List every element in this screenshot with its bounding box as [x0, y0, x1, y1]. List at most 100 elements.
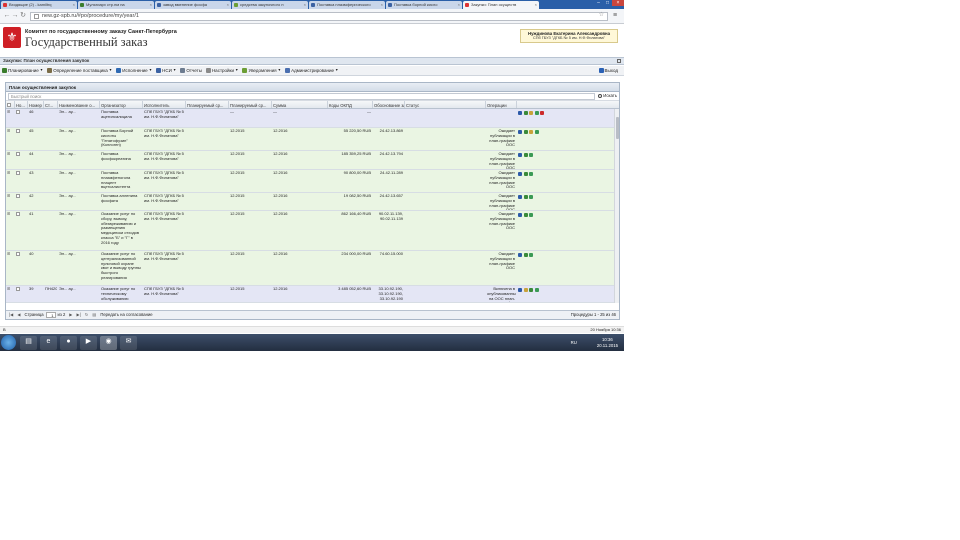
- export-icon[interactable]: ▤: [92, 312, 96, 317]
- table-row[interactable]: ⊞ 43 Эл... ау... Поставка плазмфеногола пла…: [6, 170, 619, 193]
- column-header[interactable]: Наименование о...: [58, 101, 100, 108]
- close-icon[interactable]: ×: [534, 2, 537, 8]
- firefox-icon[interactable]: ●: [60, 335, 77, 350]
- browser-tab[interactable]: Входящие (2) - kamiltrq ×: [1, 1, 77, 9]
- chrome-icon[interactable]: ◉: [100, 335, 117, 350]
- media-player-icon[interactable]: ▶: [80, 335, 97, 350]
- copy-icon[interactable]: [529, 172, 533, 176]
- scrollbar-thumb[interactable]: [616, 117, 619, 139]
- table-row[interactable]: ⊞ 41 Эл... ау... Оказание услуг по сбору, в…: [6, 211, 619, 251]
- approve-icon[interactable]: [523, 153, 528, 157]
- approve-icon[interactable]: [523, 195, 528, 199]
- row-expander[interactable]: ⊞: [6, 151, 15, 169]
- next-page-icon[interactable]: ▶: [69, 312, 72, 317]
- close-icon[interactable]: ×: [72, 2, 75, 8]
- address-bar[interactable]: new.gz-spb.ru/#po/procedure/my/year/1 ☆: [30, 11, 608, 21]
- menu-item-settings[interactable]: Настройки ▼: [205, 68, 238, 73]
- column-header[interactable]: Исполнитель: [143, 101, 186, 108]
- column-header[interactable]: Номер ПГ: [28, 101, 44, 108]
- copy-icon[interactable]: [529, 213, 533, 217]
- history-icon[interactable]: [534, 130, 539, 134]
- menu-item-nsi[interactable]: НСИ ▼: [156, 68, 176, 73]
- column-header[interactable]: Планируемый ср...: [229, 101, 272, 108]
- edit-icon[interactable]: [518, 195, 522, 199]
- approve-icon[interactable]: [523, 111, 528, 115]
- column-header[interactable]: Операции: [486, 101, 517, 108]
- refresh-icon[interactable]: ↻: [85, 312, 89, 317]
- browser-tab[interactable]: Поставка плазмферического ×: [309, 1, 385, 9]
- menu-item-admin[interactable]: Администрирование ▼: [285, 68, 338, 73]
- browser-tab[interactable]: завод вменение фосфа ×: [155, 1, 231, 9]
- table-row[interactable]: ⊞ 42 Эл... ау... Поставка алленина фосфата С…: [6, 193, 619, 211]
- close-icon[interactable]: ×: [380, 2, 383, 8]
- close-icon[interactable]: ×: [226, 2, 229, 8]
- explorer-icon[interactable]: ▤: [20, 335, 37, 350]
- approve-icon[interactable]: [523, 288, 528, 292]
- row-expander[interactable]: ⊞: [6, 286, 15, 302]
- menu-item-reports[interactable]: Отчеты: [180, 68, 202, 73]
- collapse-icon[interactable]: [617, 59, 621, 63]
- first-page-icon[interactable]: |◀: [9, 312, 13, 317]
- copy-icon[interactable]: [529, 253, 533, 257]
- row-checkbox[interactable]: [15, 211, 28, 250]
- vertical-scrollbar[interactable]: [614, 109, 619, 303]
- menu-item-notifications[interactable]: Уведомления ▼: [242, 68, 281, 73]
- table-row[interactable]: ⊞ 44 Эл... ау... Поставка фосфокреатина СПб …: [6, 151, 619, 170]
- column-header[interactable]: Но...: [15, 101, 28, 108]
- column-header[interactable]: Обоснование зак...: [373, 101, 405, 108]
- clock[interactable]: 10:36 20.11.2015: [597, 337, 618, 348]
- row-expander[interactable]: ⊞: [6, 128, 15, 150]
- row-expander[interactable]: ⊞: [6, 109, 15, 127]
- minimize-icon[interactable]: –: [594, 0, 603, 6]
- select-all-checkbox[interactable]: [6, 101, 15, 108]
- browser-tab[interactable]: Мультиарх стр.нм на ×: [78, 1, 154, 9]
- history-icon[interactable]: [534, 111, 539, 115]
- edit-icon[interactable]: [518, 253, 522, 257]
- table-row[interactable]: ⊞ 46 Эл... ау... Поставка ацетилсалицила СПб…: [6, 109, 619, 128]
- outlook-icon[interactable]: ✉: [120, 335, 137, 350]
- copy-icon[interactable]: [529, 111, 533, 115]
- row-checkbox[interactable]: [15, 193, 28, 210]
- maximize-icon[interactable]: □: [603, 0, 612, 6]
- column-header[interactable]: Планируемый ср...: [186, 101, 229, 108]
- copy-icon[interactable]: [529, 195, 533, 199]
- row-checkbox[interactable]: [15, 109, 28, 127]
- back-icon[interactable]: ←: [3, 12, 11, 20]
- browser-menu-icon[interactable]: ≡: [613, 12, 617, 20]
- row-checkbox[interactable]: [15, 151, 28, 169]
- language-indicator[interactable]: RU: [571, 340, 577, 345]
- forward-icon[interactable]: →: [11, 12, 19, 20]
- table-row[interactable]: ⊞ 40 Эл... ау... Оказание услуг по централи…: [6, 251, 619, 286]
- menu-item-execution[interactable]: Исполнение ▼: [116, 68, 152, 73]
- transfer-button[interactable]: Передать на согласование: [100, 312, 152, 317]
- approve-icon[interactable]: [523, 172, 528, 176]
- column-header[interactable]: Сумма: [272, 101, 328, 108]
- column-header[interactable]: Коды ОКПД: [328, 101, 373, 108]
- approve-icon[interactable]: [523, 253, 528, 257]
- column-header[interactable]: Статус: [405, 101, 486, 108]
- browser-tab[interactable]: средства закупочного п ×: [232, 1, 308, 9]
- row-expander[interactable]: ⊞: [6, 170, 15, 192]
- internet-explorer-icon[interactable]: e: [40, 335, 57, 350]
- bookmark-star-icon[interactable]: ☆: [599, 12, 604, 19]
- edit-icon[interactable]: [518, 172, 522, 176]
- close-icon[interactable]: ×: [303, 2, 306, 8]
- window-close-icon[interactable]: ×: [612, 0, 624, 6]
- row-expander[interactable]: ⊞: [6, 193, 15, 210]
- table-row[interactable]: ⊞ 39 ПН4201502...Эл... ау... Оказание услуг…: [6, 286, 619, 303]
- search-button[interactable]: Искать: [598, 93, 617, 98]
- row-expander[interactable]: ⊞: [6, 211, 15, 250]
- browser-tab[interactable]: Поставка борной кисло ×: [386, 1, 462, 9]
- copy-icon[interactable]: [529, 288, 533, 292]
- edit-icon[interactable]: [518, 213, 522, 217]
- approve-icon[interactable]: [523, 213, 528, 217]
- row-checkbox[interactable]: [15, 286, 28, 302]
- column-header[interactable]: Организатор: [100, 101, 143, 108]
- row-checkbox[interactable]: [15, 128, 28, 150]
- menu-item-planning[interactable]: Планирование ▼: [2, 68, 43, 73]
- edit-icon[interactable]: [518, 130, 522, 134]
- approve-icon[interactable]: [523, 130, 528, 134]
- last-page-icon[interactable]: ▶|: [77, 312, 81, 317]
- table-row[interactable]: ⊞ 45 Эл... ау... Поставка Борной кислоты "Г…: [6, 128, 619, 151]
- start-button[interactable]: [1, 335, 16, 350]
